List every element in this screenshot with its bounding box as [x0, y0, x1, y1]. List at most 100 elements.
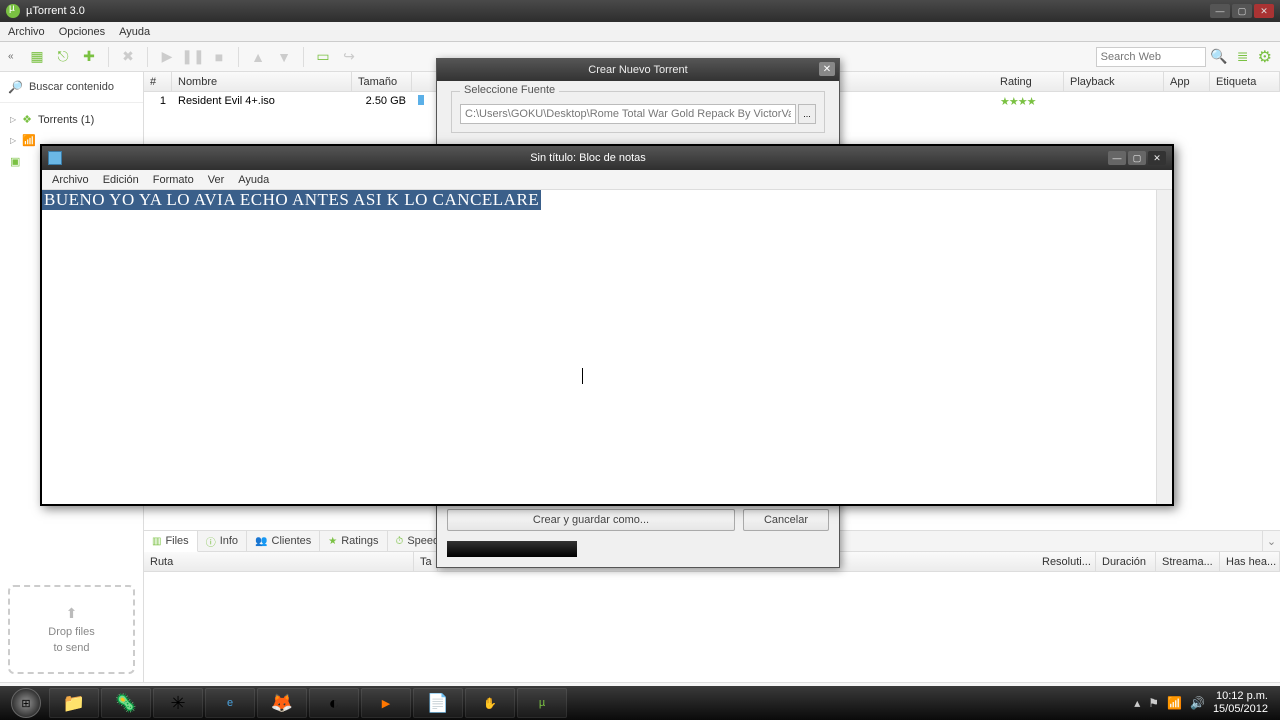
- menu-options[interactable]: Opciones: [59, 26, 105, 38]
- tray-flag-icon[interactable]: ⚑: [1148, 696, 1159, 710]
- menu-file[interactable]: Archivo: [8, 26, 45, 38]
- maximize-button[interactable]: ▢: [1232, 4, 1252, 18]
- col-playback[interactable]: Playback: [1064, 72, 1164, 91]
- sidebar-search[interactable]: 🔎 Buscar contenido: [0, 72, 143, 103]
- notepad-scrollbar[interactable]: [1156, 190, 1172, 504]
- dcol-resolution[interactable]: Resoluti...: [1036, 552, 1096, 571]
- sidebar-item-torrents[interactable]: ▷ ❖ Torrents (1): [0, 109, 143, 130]
- search-icon[interactable]: 🔍: [1208, 46, 1230, 68]
- text-caret: [582, 368, 583, 384]
- taskbar-firefox[interactable]: 🦊: [257, 688, 307, 718]
- search-web-input[interactable]: [1096, 47, 1206, 67]
- dropzone-text-1: Drop files: [48, 626, 94, 638]
- np-close-button[interactable]: ✕: [1148, 151, 1166, 165]
- settings-icon[interactable]: ⚙: [1258, 47, 1272, 67]
- taskbar-app1[interactable]: 🦠: [101, 688, 151, 718]
- system-tray[interactable]: ▴ ⚑ 📶 🔊 10:12 p.m. 15/05/2012: [1134, 690, 1276, 716]
- close-button[interactable]: ✕: [1254, 4, 1274, 18]
- np-minimize-button[interactable]: —: [1108, 151, 1126, 165]
- clock[interactable]: 10:12 p.m. 15/05/2012: [1213, 690, 1268, 716]
- list-view-icon[interactable]: ≣: [1232, 46, 1254, 68]
- taskbar-app3[interactable]: ◐: [309, 688, 359, 718]
- drop-zone[interactable]: ⬆ Drop files to send: [8, 585, 135, 674]
- col-name[interactable]: Nombre: [172, 72, 352, 91]
- disclosure-icon: ▷: [10, 136, 16, 145]
- dcol-duration[interactable]: Duración: [1096, 552, 1156, 571]
- np-menu-view[interactable]: Ver: [208, 174, 225, 186]
- col-size[interactable]: Tamaño: [352, 72, 412, 91]
- dcol-stream[interactable]: Streama...: [1156, 552, 1220, 571]
- tab-info[interactable]: ⓘInfo: [198, 531, 247, 551]
- dialog-title: Crear Nuevo Torrent: [588, 64, 687, 76]
- info-icon: ⓘ: [206, 534, 216, 549]
- add-torrent-icon[interactable]: ▦: [26, 46, 48, 68]
- add-url-icon[interactable]: ⎋: [52, 46, 74, 68]
- source-path-input[interactable]: [460, 104, 796, 124]
- device-icon[interactable]: ▭: [312, 46, 334, 68]
- taskbar-utorrent[interactable]: µ: [517, 688, 567, 718]
- cell-name: Resident Evil 4+.iso: [172, 94, 352, 108]
- utorrent-logo-icon: [6, 4, 20, 18]
- tab-clients[interactable]: 👥Clientes: [247, 531, 320, 551]
- create-torrent-icon[interactable]: ✚: [78, 46, 100, 68]
- col-rating[interactable]: Rating: [994, 72, 1064, 91]
- toolbar-overflow-icon[interactable]: «: [8, 51, 22, 62]
- upload-arrow-icon: ⬆: [66, 605, 78, 622]
- np-menu-edit[interactable]: Edición: [103, 174, 139, 186]
- taskbar-media[interactable]: ▶: [361, 688, 411, 718]
- pause-icon[interactable]: ❚❚: [182, 46, 204, 68]
- tray-chevron-icon[interactable]: ▴: [1134, 696, 1140, 710]
- stop-icon[interactable]: ■: [208, 46, 230, 68]
- cancel-button[interactable]: Cancelar: [743, 509, 829, 531]
- np-maximize-button[interactable]: ▢: [1128, 151, 1146, 165]
- taskbar-app4[interactable]: ✋: [465, 688, 515, 718]
- menu-help[interactable]: Ayuda: [119, 26, 150, 38]
- minimize-button[interactable]: —: [1210, 4, 1230, 18]
- col-num[interactable]: #: [144, 72, 172, 91]
- taskbar-ie[interactable]: e: [205, 688, 255, 718]
- taskbar-explorer[interactable]: 📁: [49, 688, 99, 718]
- dcol-ta[interactable]: Ta: [414, 552, 438, 571]
- notepad-title: Sin título: Bloc de notas: [68, 152, 1108, 164]
- start-button[interactable]: ⊞: [5, 688, 47, 718]
- tray-network-icon[interactable]: 📶: [1167, 696, 1182, 710]
- create-save-button[interactable]: Crear y guardar como...: [447, 509, 735, 531]
- fieldset-legend: Seleccione Fuente: [460, 84, 559, 96]
- notepad-titlebar[interactable]: Sin título: Bloc de notas — ▢ ✕: [42, 146, 1172, 170]
- peers-icon: 👥: [255, 536, 267, 547]
- sidebar-item-label: Torrents (1): [38, 114, 94, 126]
- tab-files[interactable]: ▥Files: [144, 531, 198, 552]
- taskbar-app2[interactable]: ✳: [153, 688, 203, 718]
- tabs-chevron-icon[interactable]: ⌄: [1262, 531, 1280, 551]
- notepad-textarea[interactable]: BUENO YO YA LO AVIA ECHO ANTES ASI K LO …: [42, 190, 1156, 504]
- dcol-hashea[interactable]: Has hea...: [1220, 552, 1280, 571]
- tab-ratings[interactable]: ★Ratings: [320, 531, 387, 551]
- col-app[interactable]: App: [1164, 72, 1210, 91]
- star-icon: ★: [328, 536, 337, 547]
- utorrent-titlebar[interactable]: µTorrent 3.0 — ▢ ✕: [0, 0, 1280, 22]
- taskbar-notepad[interactable]: 📄: [413, 688, 463, 718]
- remove-icon[interactable]: ✖: [117, 46, 139, 68]
- dialog-titlebar[interactable]: Crear Nuevo Torrent ✕: [437, 59, 839, 81]
- move-down-icon[interactable]: ▼: [273, 46, 295, 68]
- cell-size: 2.50 GB: [352, 94, 412, 108]
- files-icon: ▥: [152, 536, 161, 547]
- cell-rating: ★★★★: [994, 94, 1064, 109]
- np-menu-help[interactable]: Ayuda: [238, 174, 269, 186]
- np-menu-format[interactable]: Formato: [153, 174, 194, 186]
- start-icon[interactable]: ▶: [156, 46, 178, 68]
- share-icon[interactable]: ↪: [338, 46, 360, 68]
- notepad-menubar: Archivo Edición Formato Ver Ayuda: [42, 170, 1172, 190]
- dialog-close-button[interactable]: ✕: [819, 62, 835, 76]
- tray-volume-icon[interactable]: 🔊: [1190, 696, 1205, 710]
- search-icon: 🔎: [8, 80, 23, 94]
- start-orb-icon: ⊞: [11, 688, 41, 718]
- dcol-path[interactable]: Ruta: [144, 552, 414, 571]
- device-icon: ▣: [10, 155, 20, 168]
- notepad-icon: [48, 151, 62, 165]
- np-menu-file[interactable]: Archivo: [52, 174, 89, 186]
- browse-button[interactable]: ...: [798, 104, 816, 124]
- rss-icon: 📶: [22, 134, 36, 147]
- col-label[interactable]: Etiqueta: [1210, 72, 1280, 91]
- move-up-icon[interactable]: ▲: [247, 46, 269, 68]
